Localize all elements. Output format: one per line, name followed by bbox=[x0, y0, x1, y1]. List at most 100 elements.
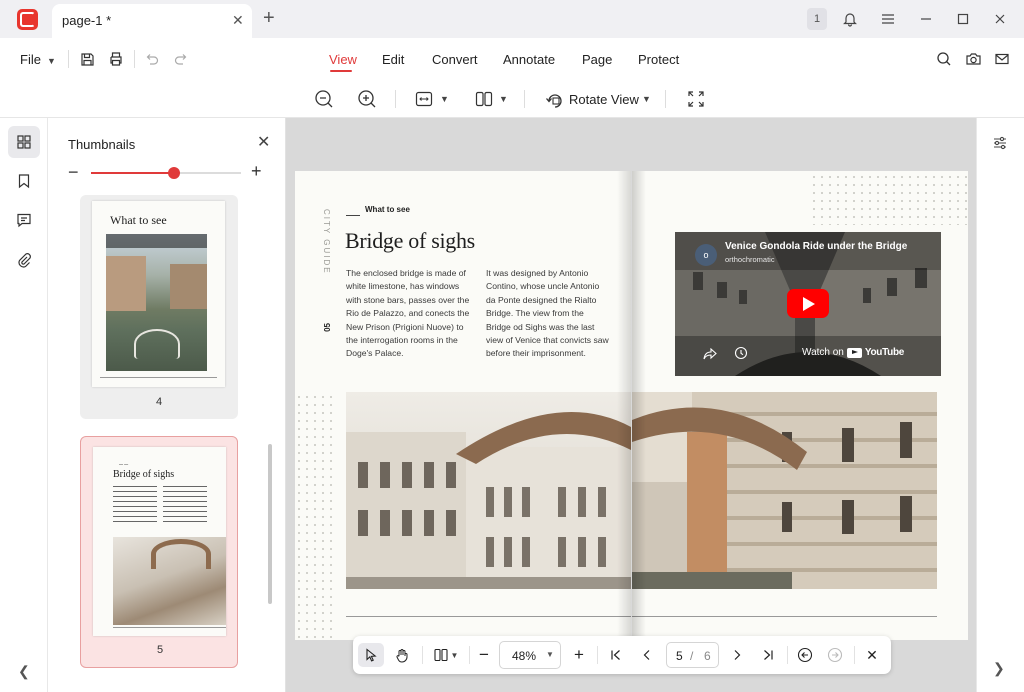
thumbnail-image: What to see bbox=[92, 201, 225, 387]
video-title[interactable]: Venice Gondola Ride under the Bridge bbox=[725, 241, 907, 252]
select-tool-icon[interactable] bbox=[358, 643, 384, 667]
divider bbox=[68, 50, 69, 68]
page-spread: CITY GUIDE 05 What to see Bridge of sigh… bbox=[295, 171, 968, 640]
tab-title: page-1 * bbox=[62, 13, 112, 28]
thumbnails-icon[interactable] bbox=[8, 126, 40, 158]
chevron-down-icon[interactable]: ▼ bbox=[642, 94, 651, 104]
document-tab[interactable]: page-1 * ✕ bbox=[52, 4, 252, 38]
notification-count-badge[interactable]: 1 bbox=[807, 8, 827, 30]
panel-title: Thumbnails bbox=[68, 137, 136, 152]
new-tab-button[interactable]: + bbox=[263, 7, 275, 30]
bridge-of-sighs-photo bbox=[113, 537, 226, 625]
vertical-section-label: CITY GUIDE bbox=[322, 209, 331, 275]
maximize-icon[interactable] bbox=[951, 7, 975, 31]
app-logo-icon bbox=[17, 9, 38, 30]
page-number-field[interactable]: 5 / 6 bbox=[666, 642, 719, 668]
save-icon[interactable] bbox=[78, 50, 96, 68]
zoom-level-value: 48% bbox=[512, 649, 537, 663]
gutter-shadow bbox=[632, 171, 646, 640]
page-separator: / bbox=[690, 649, 694, 663]
rotate-view-label[interactable]: Rotate View bbox=[569, 92, 639, 107]
decorative-dots bbox=[295, 393, 335, 640]
previous-page-icon[interactable] bbox=[636, 643, 658, 667]
slider-knob[interactable] bbox=[167, 167, 180, 179]
hamburger-menu-icon[interactable] bbox=[876, 7, 900, 31]
camera-icon[interactable] bbox=[963, 49, 983, 69]
two-page-view-icon[interactable] bbox=[473, 88, 495, 110]
channel-avatar[interactable]: o bbox=[695, 244, 717, 266]
fullscreen-icon[interactable] bbox=[684, 87, 708, 111]
close-window-icon[interactable] bbox=[988, 7, 1012, 31]
thumbnail-zoom-out-button[interactable]: − bbox=[68, 162, 79, 183]
thumbnail-size-slider[interactable] bbox=[91, 167, 241, 179]
close-toolbar-button[interactable]: ✕ bbox=[860, 643, 884, 667]
page-right: o Venice Gondola Ride under the Bridge o… bbox=[632, 171, 968, 640]
file-menu-label: File bbox=[20, 52, 41, 67]
first-page-icon[interactable] bbox=[605, 643, 627, 667]
attachment-icon[interactable] bbox=[8, 244, 40, 276]
page-layout-icon[interactable]: ▼ bbox=[429, 643, 463, 667]
footer-rule bbox=[346, 616, 631, 617]
share-icon[interactable] bbox=[703, 347, 717, 365]
menu-view[interactable]: View bbox=[329, 52, 357, 67]
menu-page[interactable]: Page bbox=[582, 52, 612, 67]
file-menu[interactable]: File ▼ bbox=[20, 52, 56, 67]
undo-icon[interactable] bbox=[143, 50, 161, 68]
forward-view-icon[interactable] bbox=[823, 643, 847, 667]
print-icon[interactable] bbox=[107, 50, 125, 68]
properties-sliders-icon[interactable] bbox=[989, 132, 1011, 154]
youtube-wordmark: YouTube bbox=[864, 347, 905, 358]
bridge-photo-right bbox=[632, 392, 937, 589]
menu-convert[interactable]: Convert bbox=[432, 52, 478, 67]
next-page-icon[interactable] bbox=[726, 643, 748, 667]
page-left: CITY GUIDE 05 What to see Bridge of sigh… bbox=[295, 171, 631, 640]
divider bbox=[665, 90, 666, 108]
article-title: Bridge of sighs bbox=[345, 228, 475, 253]
total-pages: 6 bbox=[704, 649, 711, 663]
comment-icon[interactable] bbox=[8, 204, 40, 236]
watch-later-icon[interactable] bbox=[734, 346, 748, 365]
back-view-icon[interactable] bbox=[793, 643, 817, 667]
mail-icon[interactable] bbox=[992, 49, 1012, 69]
zoom-out-button[interactable]: − bbox=[473, 643, 495, 667]
bell-icon[interactable] bbox=[838, 7, 862, 31]
minimize-icon[interactable] bbox=[914, 7, 938, 31]
chevron-down-icon[interactable]: ▼ bbox=[440, 94, 449, 104]
thumbnail-page-4[interactable]: What to see 4 bbox=[80, 195, 238, 419]
redo-icon[interactable] bbox=[172, 50, 190, 68]
zoom-in-icon[interactable] bbox=[355, 87, 379, 111]
close-panel-icon[interactable]: ✕ bbox=[257, 132, 270, 152]
venice-canal-photo bbox=[106, 234, 207, 371]
panel-scrollbar[interactable] bbox=[268, 444, 272, 604]
hand-tool-icon[interactable] bbox=[389, 643, 415, 667]
video-channel: orthochromatic bbox=[725, 255, 775, 264]
watch-on-youtube-link[interactable]: Watch on YouTube bbox=[802, 347, 904, 358]
expand-panel-icon[interactable]: ❯ bbox=[993, 660, 1005, 677]
youtube-logo-icon bbox=[846, 347, 862, 358]
thumbnail-image: — — Bridge of sighs bbox=[93, 447, 226, 636]
article-column-2: It was designed by Antonio Contino, whos… bbox=[486, 268, 609, 359]
bookmark-icon[interactable] bbox=[8, 165, 40, 197]
embedded-video[interactable]: o Venice Gondola Ride under the Bridge o… bbox=[675, 232, 941, 376]
youtube-play-button[interactable] bbox=[787, 289, 829, 318]
collapse-panel-icon[interactable]: ❮ bbox=[18, 663, 30, 680]
thumbnail-zoom-in-button[interactable]: + bbox=[251, 161, 262, 182]
zoom-in-button[interactable]: + bbox=[568, 643, 590, 667]
active-menu-indicator bbox=[330, 70, 352, 72]
current-page[interactable]: 5 bbox=[676, 649, 683, 663]
last-page-icon[interactable] bbox=[757, 643, 779, 667]
menu-edit[interactable]: Edit bbox=[382, 52, 404, 67]
chevron-down-icon[interactable]: ▼ bbox=[499, 94, 508, 104]
document-canvas: CITY GUIDE 05 What to see Bridge of sigh… bbox=[286, 118, 976, 692]
zoom-out-icon[interactable] bbox=[312, 87, 336, 111]
decorative-dots bbox=[810, 173, 968, 225]
thumbnail-page-5[interactable]: — — Bridge of sighs 5 bbox=[80, 436, 238, 668]
menu-annotate[interactable]: Annotate bbox=[503, 52, 555, 67]
thumbnails-panel: Thumbnails ✕ − + What to see 4 — — Bridg… bbox=[48, 118, 286, 692]
rotate-view-icon[interactable] bbox=[543, 87, 567, 111]
fit-width-icon[interactable] bbox=[413, 88, 435, 110]
zoom-level-dropdown[interactable]: 48% ▼ bbox=[499, 641, 561, 669]
search-icon[interactable] bbox=[934, 49, 954, 69]
close-tab-icon[interactable]: ✕ bbox=[232, 12, 244, 29]
menu-protect[interactable]: Protect bbox=[638, 52, 679, 67]
